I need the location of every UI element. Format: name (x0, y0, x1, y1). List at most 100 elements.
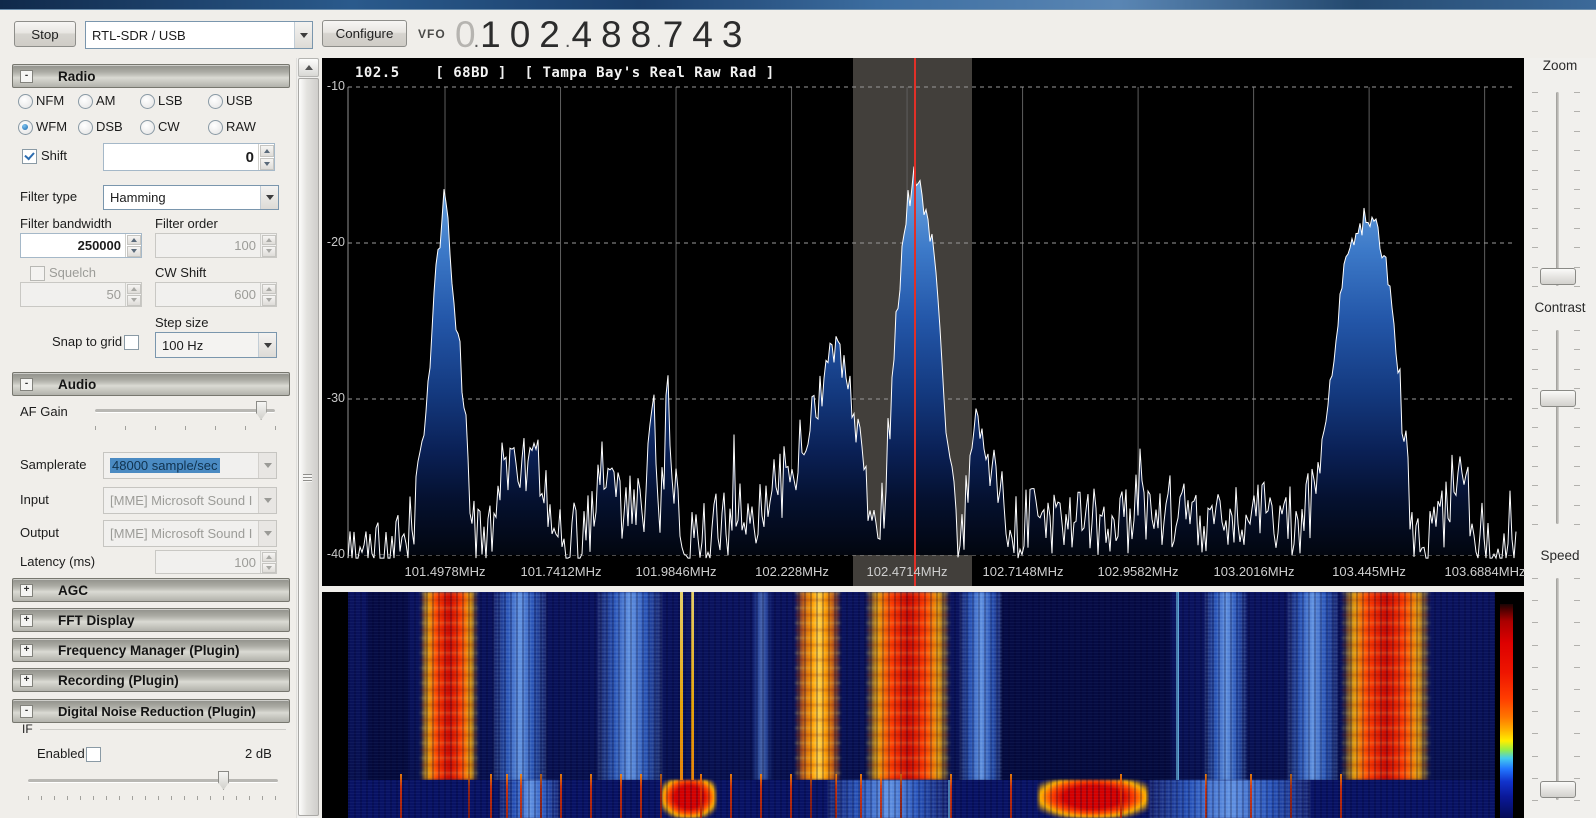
audio-output-label: Output (20, 525, 60, 540)
dnr-enabled-checkbox[interactable] (86, 747, 101, 762)
slider-tick (1532, 711, 1538, 712)
carrier-line (790, 774, 792, 818)
collapse-minus-icon[interactable]: - (20, 704, 33, 718)
audio-input-value: [MME] Microsoft Sound I (110, 493, 253, 508)
spinner-arrows-icon (260, 551, 276, 573)
waterfall-colorbar (1500, 604, 1513, 818)
mode-radio-WFM[interactable] (18, 120, 33, 135)
slider-tick (1532, 446, 1538, 447)
af-gain-thumb[interactable] (255, 401, 267, 420)
panel-header-radio[interactable]: - Radio (12, 64, 290, 88)
slider-tick (1574, 645, 1580, 646)
mode-label-WFM: WFM (36, 119, 68, 134)
frequency-display[interactable]: 0. 102. 488. 743 (455, 16, 752, 53)
x-axis-tick-label: 103.445MHz (1332, 564, 1406, 579)
filter-type-select[interactable]: Hamming (103, 185, 279, 210)
dnr-slider-thumb[interactable] (218, 771, 229, 790)
spinner-arrows-icon (260, 234, 276, 257)
panel-title: FFT Display (58, 612, 135, 628)
audio-output-value: [MME] Microsoft Sound I (110, 526, 253, 541)
shift-checkbox[interactable] (22, 149, 37, 164)
device-select[interactable]: RTL-SDR / USB (85, 21, 313, 49)
mode-radio-DSB[interactable] (78, 120, 93, 135)
waterfall-signal-band (866, 592, 950, 780)
snap-to-grid-checkbox[interactable] (124, 335, 139, 350)
waterfall-display[interactable] (322, 592, 1524, 818)
panel-title: Recording (Plugin) (58, 672, 179, 688)
slider-label-speed: Speed (1540, 548, 1580, 563)
filter-bandwidth-input[interactable]: 250000 (20, 233, 142, 258)
freq-digit-group[interactable]: 743 (663, 16, 752, 53)
collapse-minus-icon[interactable]: - (20, 377, 33, 391)
carrier-line (900, 774, 902, 818)
waterfall-signal-band (598, 592, 662, 780)
scrollbar-thumb[interactable] (298, 78, 319, 816)
collapse-plus-icon[interactable]: + (20, 643, 33, 657)
configure-button[interactable]: Configure (322, 20, 407, 47)
slider-track-zoom[interactable] (1556, 92, 1559, 286)
carrier-line (835, 774, 837, 818)
slider-tick (1532, 247, 1538, 248)
collapse-minus-icon[interactable]: - (20, 69, 33, 83)
dnr-slider[interactable] (28, 779, 278, 783)
spinner-arrows-icon[interactable] (258, 144, 274, 170)
carrier-line (490, 774, 492, 818)
slider-tick (1574, 228, 1580, 229)
slider-tick (1574, 408, 1580, 409)
slider-tick (1532, 733, 1538, 734)
spectrum-display[interactable]: 102.5 [ 68BD ] [ Tampa Bay's Real Raw Ra… (322, 58, 1525, 586)
slider-track-contrast[interactable] (1556, 330, 1559, 524)
filter-type-value: Hamming (110, 190, 166, 205)
dropdown-arrow-icon (258, 521, 276, 546)
tuned-frequency-line[interactable] (914, 58, 916, 586)
waterfall-signal-band (960, 592, 1002, 780)
panel-header-recording-plugin-[interactable]: + Recording (Plugin) (12, 668, 290, 692)
af-gain-slider[interactable] (95, 409, 275, 413)
waterfall-signal-band (1176, 592, 1179, 780)
mode-label-NFM: NFM (36, 93, 65, 108)
x-axis-tick-label: 102.228MHz (755, 564, 829, 579)
snap-to-grid-label: Snap to grid (52, 334, 123, 349)
carrier-line (590, 774, 592, 818)
scrollbar-up-button[interactable] (298, 58, 319, 77)
shift-input[interactable]: 0 (103, 143, 275, 171)
collapse-plus-icon[interactable]: + (20, 583, 33, 597)
step-size-select[interactable]: 100 Hz (155, 332, 277, 358)
collapse-plus-icon[interactable]: + (20, 613, 33, 627)
mode-radio-NFM[interactable] (18, 94, 33, 109)
freq-digit-group[interactable]: 488 (571, 16, 660, 53)
freq-separator: . (473, 30, 480, 52)
mode-radio-RAW[interactable] (208, 120, 223, 135)
freq-digit-group[interactable]: 102 (480, 16, 569, 53)
panel-header-agc[interactable]: + AGC (12, 578, 290, 602)
mode-radio-USB[interactable] (208, 94, 223, 109)
spinner-arrows-icon[interactable] (125, 234, 141, 257)
x-axis-tick-label: 102.4714MHz (866, 564, 948, 579)
freq-separator: . (656, 30, 662, 52)
slider-thumb-zoom[interactable] (1540, 268, 1576, 285)
slider-tick (1532, 689, 1538, 690)
mode-radio-LSB[interactable] (140, 94, 155, 109)
waterfall-history-band (662, 780, 716, 818)
slider-thumb-speed[interactable] (1540, 781, 1576, 798)
slider-thumb-contrast[interactable] (1540, 390, 1576, 407)
squelch-value: 50 (106, 287, 121, 302)
squelch-label: Squelch (49, 265, 96, 280)
waterfall-signal-band (420, 592, 478, 780)
collapse-plus-icon[interactable]: + (20, 673, 33, 687)
panel-header-frequency-manager-plugin-[interactable]: + Frequency Manager (Plugin) (12, 638, 290, 662)
panel-header-audio[interactable]: - Audio (12, 372, 290, 396)
x-axis-tick-label: 102.9582MHz (1097, 564, 1179, 579)
mode-radio-AM[interactable] (78, 94, 93, 109)
slider-tick (1574, 711, 1580, 712)
af-gain-label: AF Gain (20, 404, 68, 419)
sidebar-scrollbar[interactable] (296, 58, 319, 818)
mode-radio-CW[interactable] (140, 120, 155, 135)
waterfall-signal-band (494, 592, 546, 780)
slider-track-speed[interactable] (1556, 578, 1559, 800)
carrier-line (880, 774, 882, 818)
stop-button[interactable]: Stop (14, 21, 76, 47)
panel-header-fft-display[interactable]: + FFT Display (12, 608, 290, 632)
slider-label-contrast: Contrast (1534, 300, 1586, 315)
panel-header-dnr[interactable]: - Digital Noise Reduction (Plugin) (12, 699, 290, 723)
